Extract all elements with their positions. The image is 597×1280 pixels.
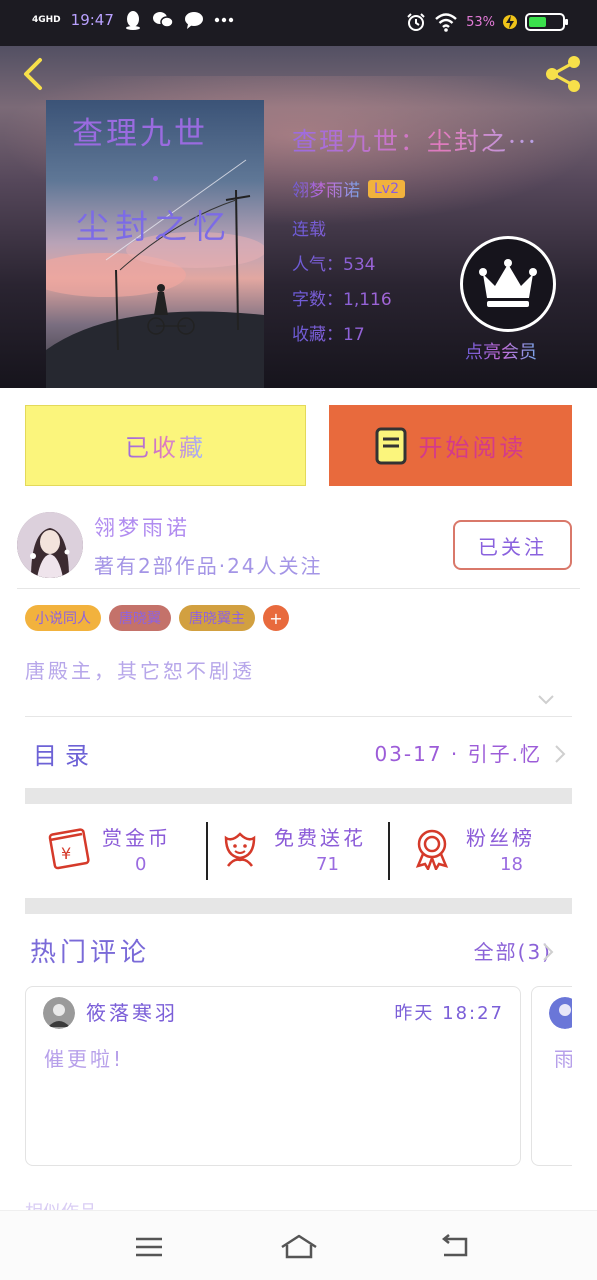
battery-percent: 53% [466, 14, 495, 30]
vip-label[interactable]: 点亮会员 [465, 338, 537, 364]
divider [17, 588, 580, 589]
reward-coins-label: 赏金币 [102, 826, 171, 850]
charging-icon [503, 15, 517, 29]
book-title: 查理九世：尘封之··· [292, 122, 592, 158]
tag-item[interactable]: 唐晓翼主 [179, 605, 255, 631]
red-envelope-icon: ¥ [48, 828, 90, 870]
message-icon [184, 12, 203, 29]
cover-title-line1: 查理九世 [72, 116, 208, 152]
send-flowers-button[interactable]: 免费送花 71 [218, 818, 388, 888]
book-status: 连载 [292, 215, 592, 240]
fans-ranking-button[interactable]: 粉丝榜 18 [410, 818, 560, 888]
send-flowers-label: 免费送花 [274, 826, 366, 850]
book-description: 唐殿主，其它恕不剧透 [25, 659, 255, 683]
share-icon [546, 56, 580, 92]
wifi-icon [435, 13, 457, 32]
crown-icon [479, 259, 537, 307]
author-card-name[interactable]: 翎梦雨诺 [94, 512, 190, 542]
collected-button-label: 已收藏 [125, 428, 206, 463]
commenter-avatar[interactable] [549, 997, 572, 1029]
qq-icon [125, 11, 140, 30]
battery-icon [525, 13, 568, 31]
comment-text: 催更啦! [44, 1047, 125, 1071]
latest-chapter: 03-17 · 引子.忆 [374, 742, 542, 766]
comment-time: 昨天 18:27 [394, 1003, 504, 1024]
home-icon [281, 1234, 317, 1259]
start-reading-button[interactable]: 开始阅读 [329, 405, 572, 486]
flower-icon [224, 832, 256, 867]
divider [25, 716, 572, 717]
tag-item[interactable]: 唐晓翼 [109, 605, 171, 631]
section-separator [25, 788, 572, 804]
stat-separator [206, 822, 208, 880]
start-reading-label: 开始阅读 [418, 434, 527, 462]
tag-list: 小说同人 唐晓翼 唐晓翼主 + [25, 605, 289, 631]
chevron-down-icon [538, 695, 554, 705]
reward-coins-button[interactable]: ¥ 赏金币 0 [46, 818, 196, 888]
author-row[interactable]: 翎梦雨诺 Lv2 [292, 176, 592, 201]
commenter-name[interactable]: 筱落寒羽 [86, 997, 178, 1026]
expand-description-button[interactable] [536, 692, 556, 706]
menu-button[interactable] [132, 1233, 166, 1261]
follow-button[interactable]: 已关注 [453, 520, 572, 570]
tag-item[interactable]: 小说同人 [25, 605, 101, 631]
back-arrow-icon [441, 1234, 468, 1257]
add-tag-button[interactable]: + [263, 605, 289, 631]
system-nav-bar [0, 1210, 597, 1280]
clock: 19:47 [70, 11, 114, 29]
hot-comments-title: 热门评论 [30, 938, 151, 968]
avatar-illustration [43, 997, 75, 1029]
back-nav-button[interactable] [438, 1233, 472, 1261]
chevron-right-icon[interactable] [542, 942, 554, 962]
reward-coins-value: 0 [135, 854, 147, 875]
section-separator [25, 898, 572, 914]
book-favorites: 收藏：17 [292, 320, 592, 345]
all-comments-link[interactable]: 全部(3) [474, 936, 552, 965]
network-indicator: 4GHD [32, 14, 61, 25]
status-bar: 4GHD 19:47 53% [0, 0, 597, 46]
vip-button[interactable] [460, 236, 556, 332]
avatar-illustration [17, 512, 83, 578]
fans-ranking-label: 粉丝榜 [466, 826, 535, 850]
author-avatar[interactable] [17, 512, 83, 578]
catalog-label: 目录 [33, 742, 97, 770]
commenter-avatar[interactable] [43, 997, 75, 1029]
alarm-icon [407, 13, 425, 31]
book-cover[interactable]: 查理九世 尘封之忆 [46, 100, 264, 388]
avatar-illustration [549, 997, 572, 1029]
home-button[interactable] [280, 1233, 318, 1261]
more-dots-icon [214, 17, 234, 23]
collected-button[interactable]: 已收藏 [25, 405, 306, 486]
send-flowers-value: 71 [316, 854, 339, 875]
chevron-left-icon [24, 58, 42, 90]
cover-dot [153, 176, 158, 181]
menu-icon [136, 1237, 162, 1257]
svg-text:¥: ¥ [61, 844, 71, 863]
fans-ranking-value: 18 [500, 854, 523, 875]
medal-icon [415, 829, 449, 870]
battery-fill [529, 17, 546, 27]
wechat-icon [152, 12, 174, 28]
catalog-row[interactable]: 目录 03-17 · 引子.忆 [25, 728, 572, 778]
share-button[interactable] [541, 52, 585, 96]
cover-title-line2: 尘封之忆 [76, 207, 232, 246]
comment-card[interactable]: 雨 [531, 986, 572, 1166]
author-level-badge: Lv2 [368, 179, 405, 198]
comment-card[interactable]: 筱落寒羽 昨天 18:27 催更啦! [25, 986, 521, 1166]
book-icon [375, 427, 406, 464]
author-card-subtitle: 著有2部作品·24人关注 [94, 554, 323, 578]
book-header: 查理九世 尘封之忆 查理九世：尘封之··· 翎梦雨诺 Lv2 连载 人气：534… [0, 46, 597, 388]
back-button[interactable] [16, 54, 52, 94]
comment-text: 雨 [554, 1043, 572, 1072]
stat-separator [388, 822, 390, 880]
author-name[interactable]: 翎梦雨诺 [292, 176, 360, 201]
chevron-right-icon [555, 745, 566, 763]
